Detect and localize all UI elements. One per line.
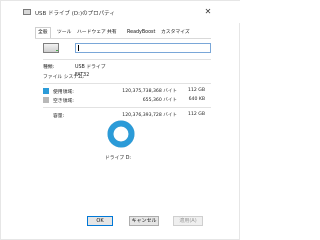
- text-caret: [78, 45, 79, 51]
- filesystem-value: FAT32: [75, 73, 90, 78]
- tab-customize[interactable]: カスタマイズ: [159, 28, 192, 38]
- apply-button[interactable]: 適用(A): [173, 216, 203, 226]
- usb-drive-icon: [23, 9, 31, 15]
- volume-name-input[interactable]: [75, 43, 211, 53]
- free-space-size: 640 KB: [188, 97, 205, 102]
- properties-window: USB ドライブ (D:)のプロパティ ✕ 全般 ツール ハードウェア 共有 R…: [0, 0, 241, 240]
- close-button[interactable]: ✕: [201, 6, 215, 18]
- ok-button[interactable]: OK: [87, 216, 113, 226]
- type-value: USB ドライブ: [75, 65, 106, 70]
- window-title: USB ドライブ (D:)のプロパティ: [35, 11, 115, 17]
- free-space-swatch: [43, 97, 49, 103]
- used-space-size: 112 GB: [188, 88, 205, 93]
- tab-panel-border: [35, 38, 211, 39]
- type-label: 種類:: [43, 65, 55, 70]
- cancel-button[interactable]: キャンセル: [129, 216, 159, 226]
- free-space-label: 空き領域:: [53, 99, 74, 104]
- tab-hardware[interactable]: ハードウェア: [75, 28, 108, 38]
- tab-general[interactable]: 全般: [35, 27, 51, 38]
- usb-drive-icon: [43, 43, 59, 53]
- capacity-size: 112 GB: [188, 112, 205, 117]
- used-space-swatch: [43, 88, 49, 94]
- tab-readyboost[interactable]: ReadyBoost: [125, 28, 157, 38]
- drive-letter-label: ドライブ D:: [105, 156, 132, 161]
- tab-sharing[interactable]: 共有: [105, 28, 119, 38]
- capacity-label: 容量:: [53, 114, 65, 119]
- used-space-bytes: 120,375,738,368 バイト: [122, 89, 177, 94]
- tab-strip: 全般 ツール ハードウェア 共有 ReadyBoost カスタマイズ: [35, 27, 215, 38]
- divider: [43, 59, 211, 60]
- divider: [43, 107, 211, 108]
- disk-usage-donut: [107, 120, 135, 148]
- capacity-bytes: 120,376,393,728 バイト: [122, 113, 177, 118]
- title-bar: USB ドライブ (D:)のプロパティ ✕: [1, 1, 241, 23]
- used-space-label: 使用領域:: [53, 90, 74, 95]
- free-space-bytes: 655,360 バイト: [142, 98, 177, 103]
- donut-used-arc: [107, 120, 135, 148]
- divider: [43, 83, 211, 84]
- tab-tools[interactable]: ツール: [55, 28, 73, 38]
